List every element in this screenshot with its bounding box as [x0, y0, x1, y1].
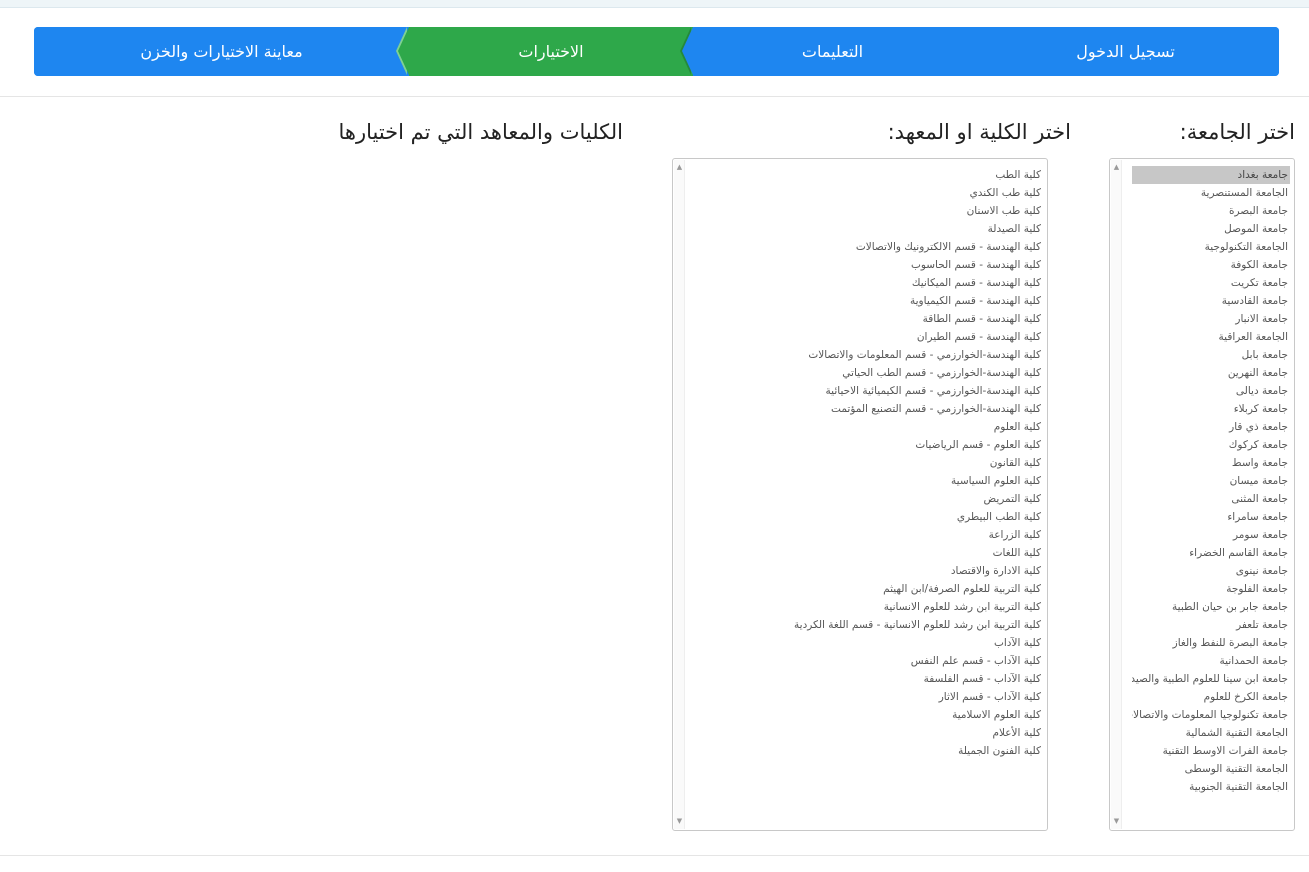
step-instructions-label: التعليمات — [801, 42, 864, 61]
university-option[interactable]: جامعة ميسان — [1132, 472, 1290, 490]
university-option[interactable]: جامعة الفلوجة — [1132, 580, 1290, 598]
college-option[interactable]: كلية الهندسة-الخوارزمي - قسم الطب الحيات… — [693, 364, 1043, 382]
college-option[interactable]: كلية طب الكندي — [693, 184, 1043, 202]
step-login-label: تسجيل الدخول — [1076, 42, 1175, 61]
university-option[interactable]: جامعة ذي قار — [1132, 418, 1290, 436]
college-option[interactable]: كلية الهندسة-الخوارزمي - قسم التصنيع الم… — [693, 400, 1043, 418]
university-option[interactable]: جامعة الانبار — [1132, 310, 1290, 328]
college-option[interactable]: كلية العلوم السياسية — [693, 472, 1043, 490]
university-option[interactable]: جامعة كركوك — [1132, 436, 1290, 454]
university-option[interactable]: جامعة تكريت — [1132, 274, 1290, 292]
university-option[interactable]: جامعة واسط — [1132, 454, 1290, 472]
university-option[interactable]: جامعة كربلاء — [1132, 400, 1290, 418]
college-option[interactable]: كلية الفنون الجميلة — [693, 742, 1043, 760]
college-option[interactable]: كلية التربية للعلوم الصرفة/ابن الهيثم — [693, 580, 1043, 598]
college-option[interactable]: كلية الآداب — [693, 634, 1043, 652]
university-listbox[interactable]: ▲ ▼ جامعة بغداد الجامعة المستنصرية جامعة ا… — [1109, 158, 1295, 831]
college-option[interactable]: كلية الزراعة — [693, 526, 1043, 544]
step-choices-label: الاختيارات — [518, 42, 584, 61]
college-option[interactable]: كلية التمريض — [693, 490, 1043, 508]
university-title: اختر الجامعة: — [1179, 120, 1295, 144]
college-option[interactable]: كلية الآداب - قسم علم النفس — [693, 652, 1043, 670]
university-option[interactable]: جامعة البصرة للنفط والغاز — [1132, 634, 1290, 652]
scroll-down-icon[interactable]: ▼ — [1111, 816, 1122, 827]
university-option[interactable]: جامعة سومر — [1132, 526, 1290, 544]
university-option[interactable]: جامعة الكرخ للعلوم — [1132, 688, 1290, 706]
university-option[interactable]: جامعة الكوفة — [1132, 256, 1290, 274]
university-option[interactable]: جامعة البصرة — [1132, 202, 1290, 220]
university-option[interactable]: جامعة المثنى — [1132, 490, 1290, 508]
university-option[interactable]: جامعة القاسم الخضراء — [1132, 544, 1290, 562]
college-option[interactable]: كلية التربية ابن رشد للعلوم الانسانية — [693, 598, 1043, 616]
college-option[interactable]: كلية الادارة والاقتصاد — [693, 562, 1043, 580]
college-option[interactable]: كلية الهندسة - قسم الطاقة — [693, 310, 1043, 328]
college-option[interactable]: كلية الطب البيطري — [693, 508, 1043, 526]
university-option[interactable]: الجامعة التقنية الجنوبية — [1132, 778, 1290, 796]
college-option[interactable]: كلية الهندسة-الخوارزمي - قسم الكيميائية … — [693, 382, 1043, 400]
college-option[interactable]: كلية الأعلام — [693, 724, 1043, 742]
college-option[interactable]: كلية العلوم الاسلامية — [693, 706, 1043, 724]
step-review-save-label: معاينة الاختيارات والخزن — [140, 42, 303, 61]
page: تسجيل الدخول التعليمات الاختيارات معاينة… — [0, 0, 1309, 872]
college-option[interactable]: كلية طب الاسنان — [693, 202, 1043, 220]
step-choices[interactable]: الاختيارات — [396, 27, 693, 76]
university-option[interactable]: جامعة الموصل — [1132, 220, 1290, 238]
university-option[interactable]: جامعة تلعفر — [1132, 616, 1290, 634]
university-option[interactable]: الجامعة العراقية — [1132, 328, 1290, 346]
college-option[interactable]: كلية الهندسة - قسم الحاسوب — [693, 256, 1043, 274]
college-title: اختر الكلية او المعهد: — [887, 120, 1071, 144]
college-listbox[interactable]: ▲ ▼ كلية الطب كلية طب الكندي كلية طب الاسن… — [672, 158, 1048, 831]
college-option[interactable]: كلية الهندسة - قسم الكيمياوية — [693, 292, 1043, 310]
scroll-down-icon[interactable]: ▼ — [674, 816, 685, 827]
university-option[interactable]: جامعة النهرين — [1132, 364, 1290, 382]
university-option[interactable]: الجامعة المستنصرية — [1132, 184, 1290, 202]
university-option[interactable]: الجامعة التقنية الشمالية — [1132, 724, 1290, 742]
university-option[interactable]: جامعة القادسية — [1132, 292, 1290, 310]
college-option[interactable]: كلية العلوم — [693, 418, 1043, 436]
university-option[interactable]: الجامعة التكنولوجية — [1132, 238, 1290, 256]
step-divider-arrow-icon — [682, 27, 693, 75]
college-option[interactable]: كلية الهندسة - قسم الالكترونيك والاتصالا… — [693, 238, 1043, 256]
university-option[interactable]: جامعة بابل — [1132, 346, 1290, 364]
college-option[interactable]: كلية الهندسة-الخوارزمي - قسم المعلومات و… — [693, 346, 1043, 364]
university-scrollbar[interactable]: ▲ ▼ — [1111, 160, 1122, 829]
college-option[interactable]: كلية اللغات — [693, 544, 1043, 562]
university-option[interactable]: جامعة بغداد — [1132, 166, 1290, 184]
university-option[interactable]: جامعة جابر بن حيان الطبية — [1132, 598, 1290, 616]
college-option[interactable]: كلية التربية ابن رشد للعلوم الانسانية - … — [693, 616, 1043, 634]
college-option[interactable]: كلية القانون — [693, 454, 1043, 472]
step-divider-arrow-icon — [398, 27, 409, 75]
college-option[interactable]: كلية الهندسة - قسم الميكانيك — [693, 274, 1043, 292]
college-option[interactable]: كلية الآداب - قسم الفلسفة — [693, 670, 1043, 688]
college-option[interactable]: كلية العلوم - قسم الرياضيات — [693, 436, 1043, 454]
step-instructions[interactable]: التعليمات — [680, 27, 972, 76]
university-option[interactable]: جامعة ديالى — [1132, 382, 1290, 400]
divider — [0, 96, 1309, 97]
wizard-steps: تسجيل الدخول التعليمات الاختيارات معاينة… — [34, 27, 1279, 76]
university-option[interactable]: جامعة ابن سينا للعلوم الطبية والصيدلا — [1132, 670, 1290, 688]
college-scrollbar[interactable]: ▲ ▼ — [674, 160, 685, 829]
university-option[interactable]: جامعة نينوى — [1132, 562, 1290, 580]
college-option[interactable]: كلية الطب — [693, 166, 1043, 184]
college-option[interactable]: كلية الصيدلة — [693, 220, 1043, 238]
scroll-up-icon[interactable]: ▲ — [1111, 162, 1122, 173]
university-options: جامعة بغداد الجامعة المستنصرية جامعة البصر… — [1132, 166, 1290, 796]
top-strip — [0, 0, 1309, 8]
step-login[interactable]: تسجيل الدخول — [972, 27, 1279, 76]
university-option[interactable]: جامعة الحمدانية — [1132, 652, 1290, 670]
scroll-up-icon[interactable]: ▲ — [674, 162, 685, 173]
university-option[interactable]: جامعة تكنولوجيا المعلومات والاتصالات — [1132, 706, 1290, 724]
college-options: كلية الطب كلية طب الكندي كلية طب الاسنان كل… — [693, 166, 1043, 760]
divider — [0, 855, 1309, 856]
university-option[interactable]: جامعة الفرات الاوسط التقنية — [1132, 742, 1290, 760]
college-option[interactable]: كلية الهندسة - قسم الطيران — [693, 328, 1043, 346]
college-option[interactable]: كلية الآداب - قسم الاثار — [693, 688, 1043, 706]
step-review-save[interactable]: معاينة الاختيارات والخزن — [34, 27, 409, 76]
university-option[interactable]: الجامعة التقنية الوسطى — [1132, 760, 1290, 778]
selected-colleges-title: الكليات والمعاهد التي تم اختيارها — [338, 120, 623, 144]
university-option[interactable]: جامعة سامراء — [1132, 508, 1290, 526]
